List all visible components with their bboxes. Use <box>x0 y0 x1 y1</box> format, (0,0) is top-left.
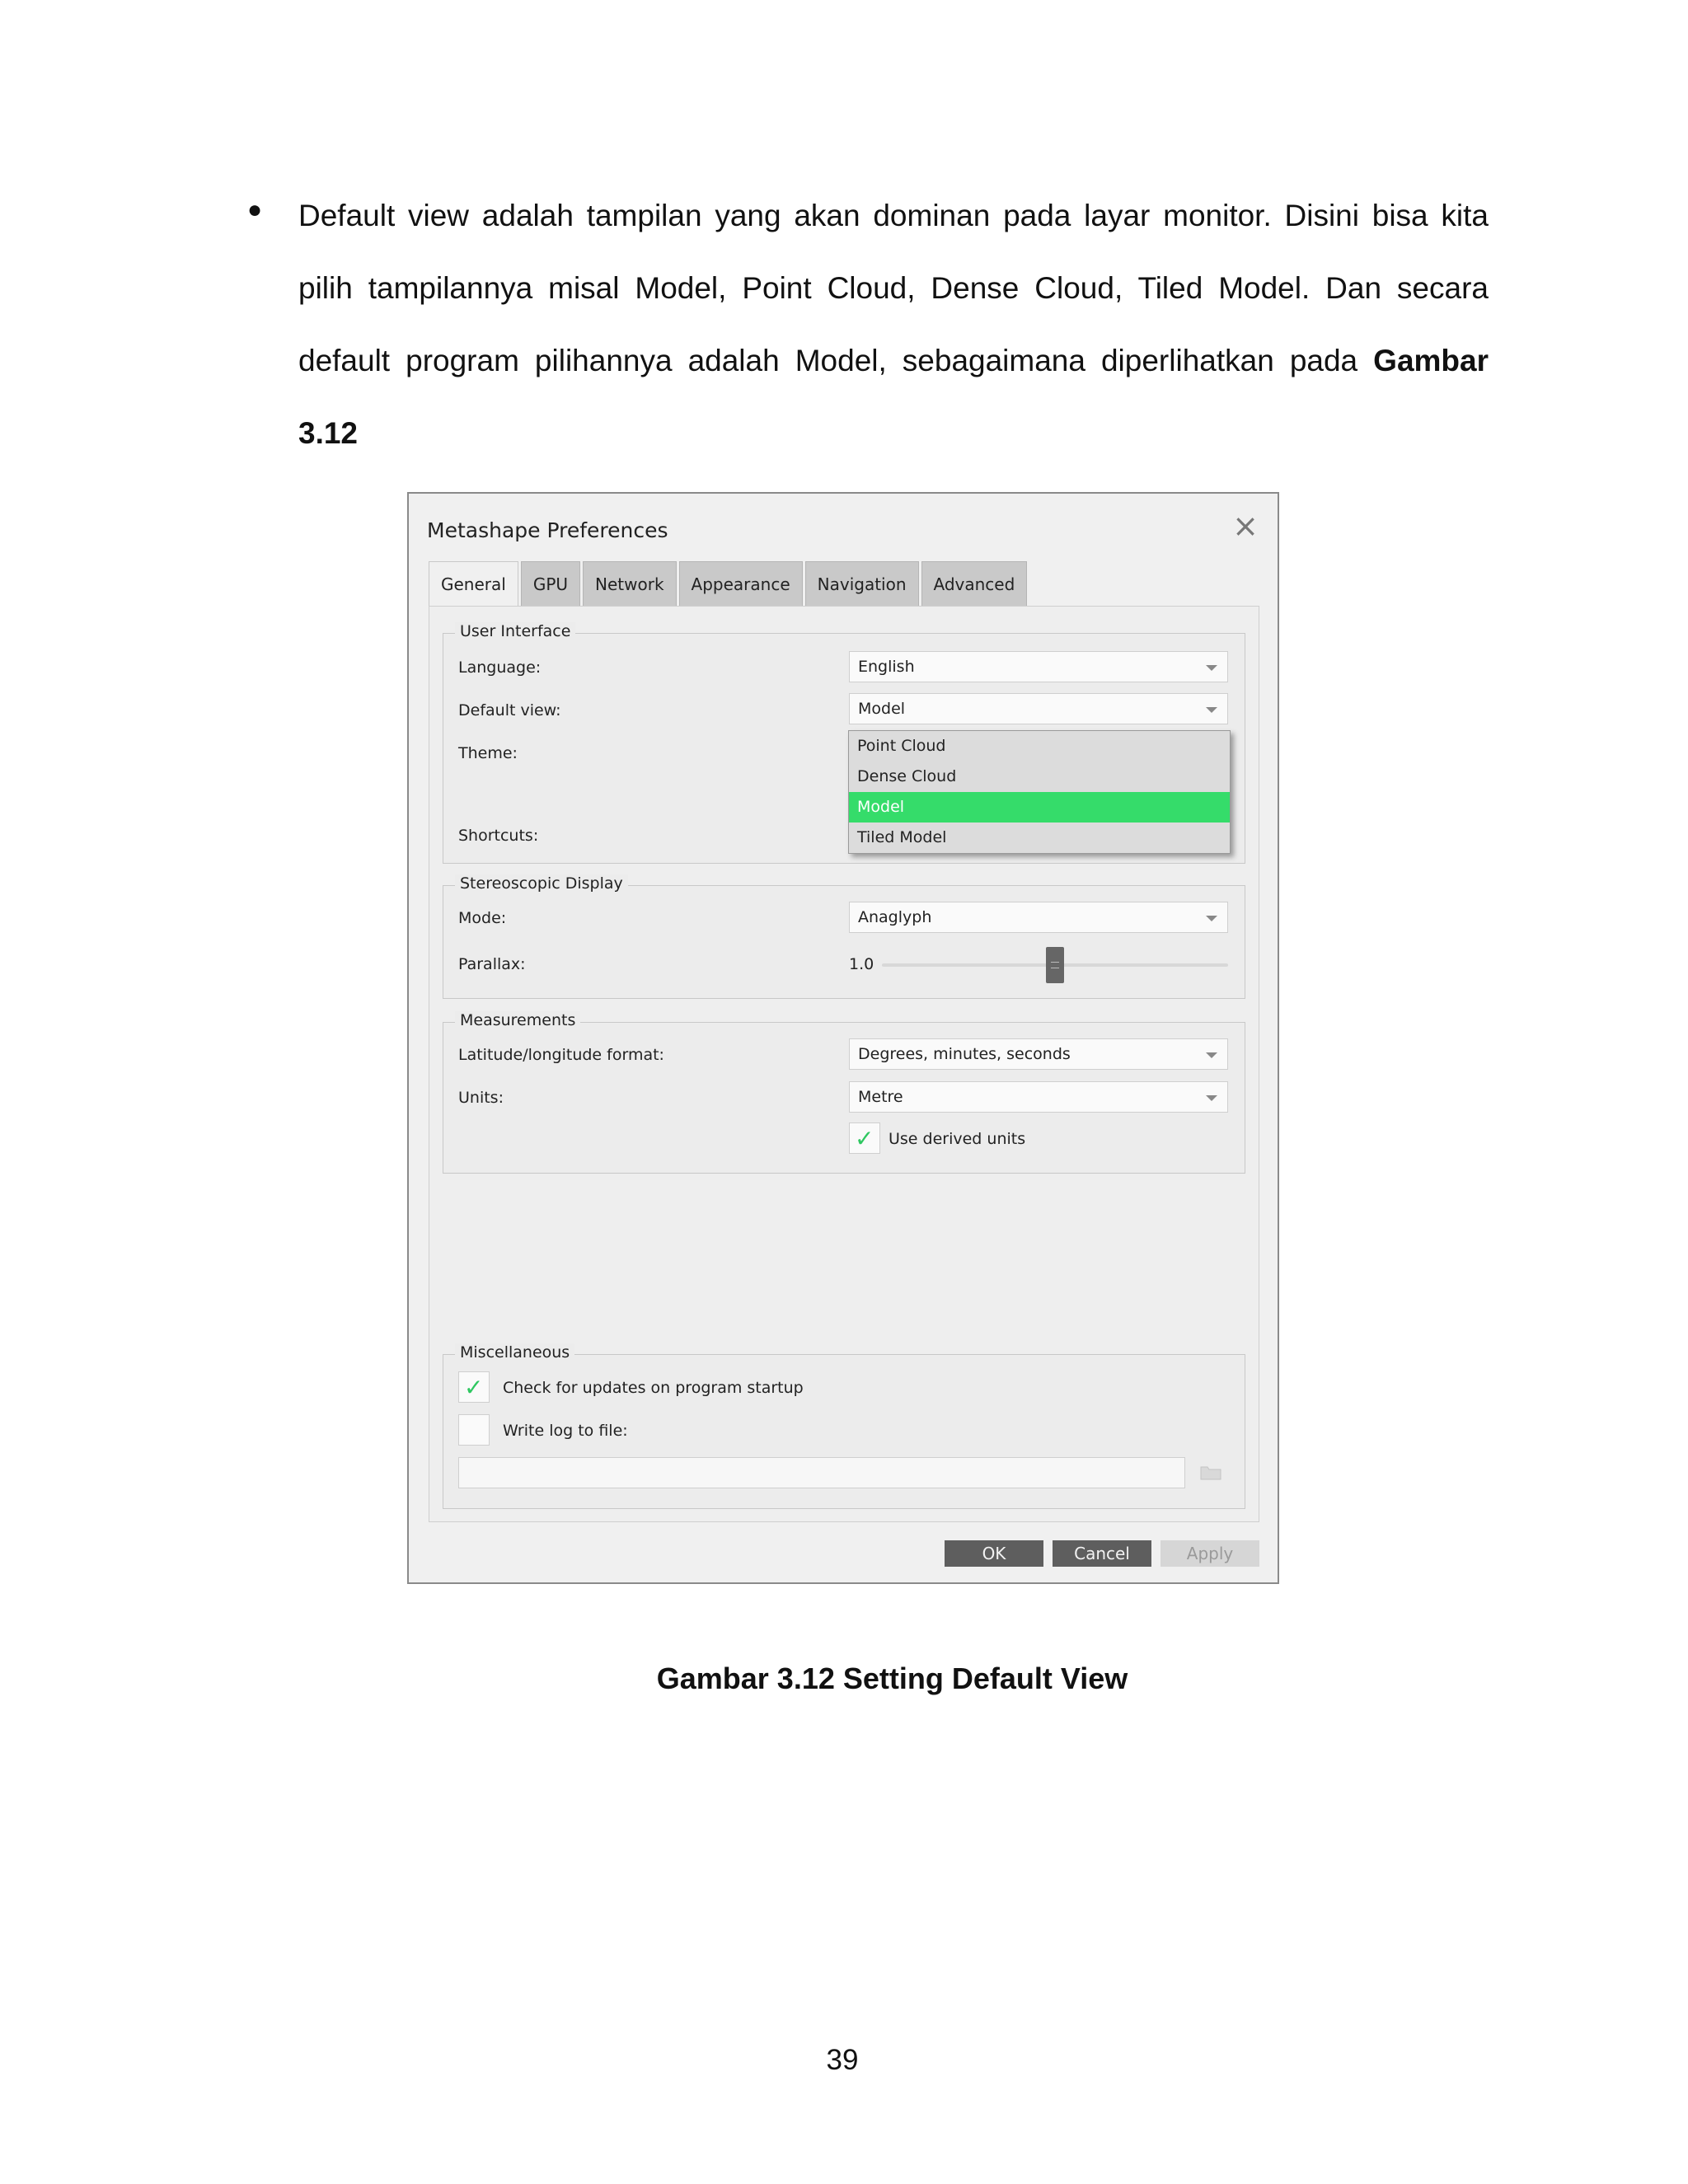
mode-label: Mode: <box>458 909 507 927</box>
default-view-select[interactable]: Model <box>849 693 1228 724</box>
miscellaneous-group: Miscellaneous ✓ Check for updates on pro… <box>443 1343 1245 1509</box>
default-view-dropdown: Point Cloud Dense Cloud Model Tiled Mode… <box>848 730 1231 854</box>
check-updates-label: Check for updates on program startup <box>503 1379 804 1397</box>
preferences-dialog: Metashape Preferences × General GPU Netw… <box>407 492 1279 1584</box>
log-path-input[interactable] <box>458 1457 1185 1488</box>
units-select[interactable]: Metre <box>849 1081 1228 1113</box>
paragraph-line-3-text: default program pilihannya adalah Model,… <box>298 344 1358 377</box>
write-log-checkbox[interactable] <box>458 1414 490 1446</box>
parallax-slider-handle[interactable] <box>1046 947 1064 983</box>
bullet-point: ● <box>247 196 263 223</box>
parallax-label: Parallax: <box>458 955 526 973</box>
paragraph-line-1: Default view adalah tampilan yang akan d… <box>298 199 1489 232</box>
close-icon[interactable]: × <box>1231 510 1259 541</box>
language-value: English <box>858 658 915 676</box>
stereoscopic-group: Stereoscopic Display Mode: Anaglyph Para… <box>443 874 1245 999</box>
chevron-down-icon <box>1206 1095 1217 1101</box>
units-label: Units: <box>458 1089 504 1107</box>
theme-label: Theme: <box>458 744 518 762</box>
chevron-down-icon <box>1206 707 1217 713</box>
checkmark-icon: ✓ <box>464 1374 484 1401</box>
page-number: 39 <box>826 2044 859 2076</box>
dropdown-option-tiled-model[interactable]: Tiled Model <box>849 823 1230 853</box>
tab-advanced[interactable]: Advanced <box>921 561 1028 606</box>
paragraph-line-3: default program pilihannya adalah Model,… <box>298 343 1489 379</box>
chevron-down-icon <box>1206 916 1217 921</box>
mode-select[interactable]: Anaglyph <box>849 902 1228 933</box>
parallax-value: 1.0 <box>849 955 874 973</box>
user-interface-legend: User Interface <box>455 622 576 640</box>
paragraph-line-4: 3.12 <box>298 416 359 450</box>
tab-bar: General GPU Network Appearance Navigatio… <box>429 561 1029 606</box>
derived-units-label: Use derived units <box>889 1130 1026 1148</box>
miscellaneous-legend: Miscellaneous <box>455 1343 575 1361</box>
cancel-button[interactable]: Cancel <box>1053 1540 1151 1567</box>
stereoscopic-legend: Stereoscopic Display <box>455 874 628 893</box>
tab-gpu[interactable]: GPU <box>520 561 581 606</box>
ok-button[interactable]: OK <box>945 1540 1043 1567</box>
folder-icon[interactable] <box>1200 1464 1221 1480</box>
language-label: Language: <box>458 658 542 677</box>
write-log-label: Write log to file: <box>503 1422 628 1440</box>
shortcuts-label: Shortcuts: <box>458 827 539 845</box>
tab-appearance[interactable]: Appearance <box>678 561 803 606</box>
apply-button[interactable]: Apply <box>1160 1540 1259 1567</box>
language-select[interactable]: English <box>849 651 1228 682</box>
default-view-label: Default view: <box>458 701 561 719</box>
chevron-down-icon <box>1206 665 1217 671</box>
chevron-down-icon <box>1206 1052 1217 1058</box>
paragraph-line-2: pilih tampilannya misal Model, Point Clo… <box>298 271 1489 305</box>
derived-units-checkbox[interactable]: ✓ <box>849 1122 880 1154</box>
latlon-format-value: Degrees, minutes, seconds <box>858 1045 1071 1063</box>
dropdown-option-point-cloud[interactable]: Point Cloud <box>849 731 1230 762</box>
dialog-title: Metashape Preferences <box>427 518 668 542</box>
figure-reference: Gambar <box>1373 344 1489 377</box>
figure-caption: Gambar 3.12 Setting Default View <box>656 1661 1128 1695</box>
mode-value: Anaglyph <box>858 908 932 926</box>
tab-general[interactable]: General <box>429 561 518 606</box>
latlon-format-label: Latitude/longitude format: <box>458 1046 664 1064</box>
tab-network[interactable]: Network <box>583 561 677 606</box>
latlon-format-select[interactable]: Degrees, minutes, seconds <box>849 1038 1228 1070</box>
default-view-value: Model <box>858 700 906 718</box>
checkmark-icon: ✓ <box>855 1125 874 1152</box>
measurements-group: Measurements Latitude/longitude format: … <box>443 1011 1245 1174</box>
check-updates-checkbox[interactable]: ✓ <box>458 1371 490 1403</box>
units-value: Metre <box>858 1088 903 1106</box>
dropdown-option-dense-cloud[interactable]: Dense Cloud <box>849 762 1230 792</box>
measurements-legend: Measurements <box>455 1011 581 1029</box>
dropdown-option-model[interactable]: Model <box>849 792 1230 823</box>
tab-navigation[interactable]: Navigation <box>804 561 919 606</box>
